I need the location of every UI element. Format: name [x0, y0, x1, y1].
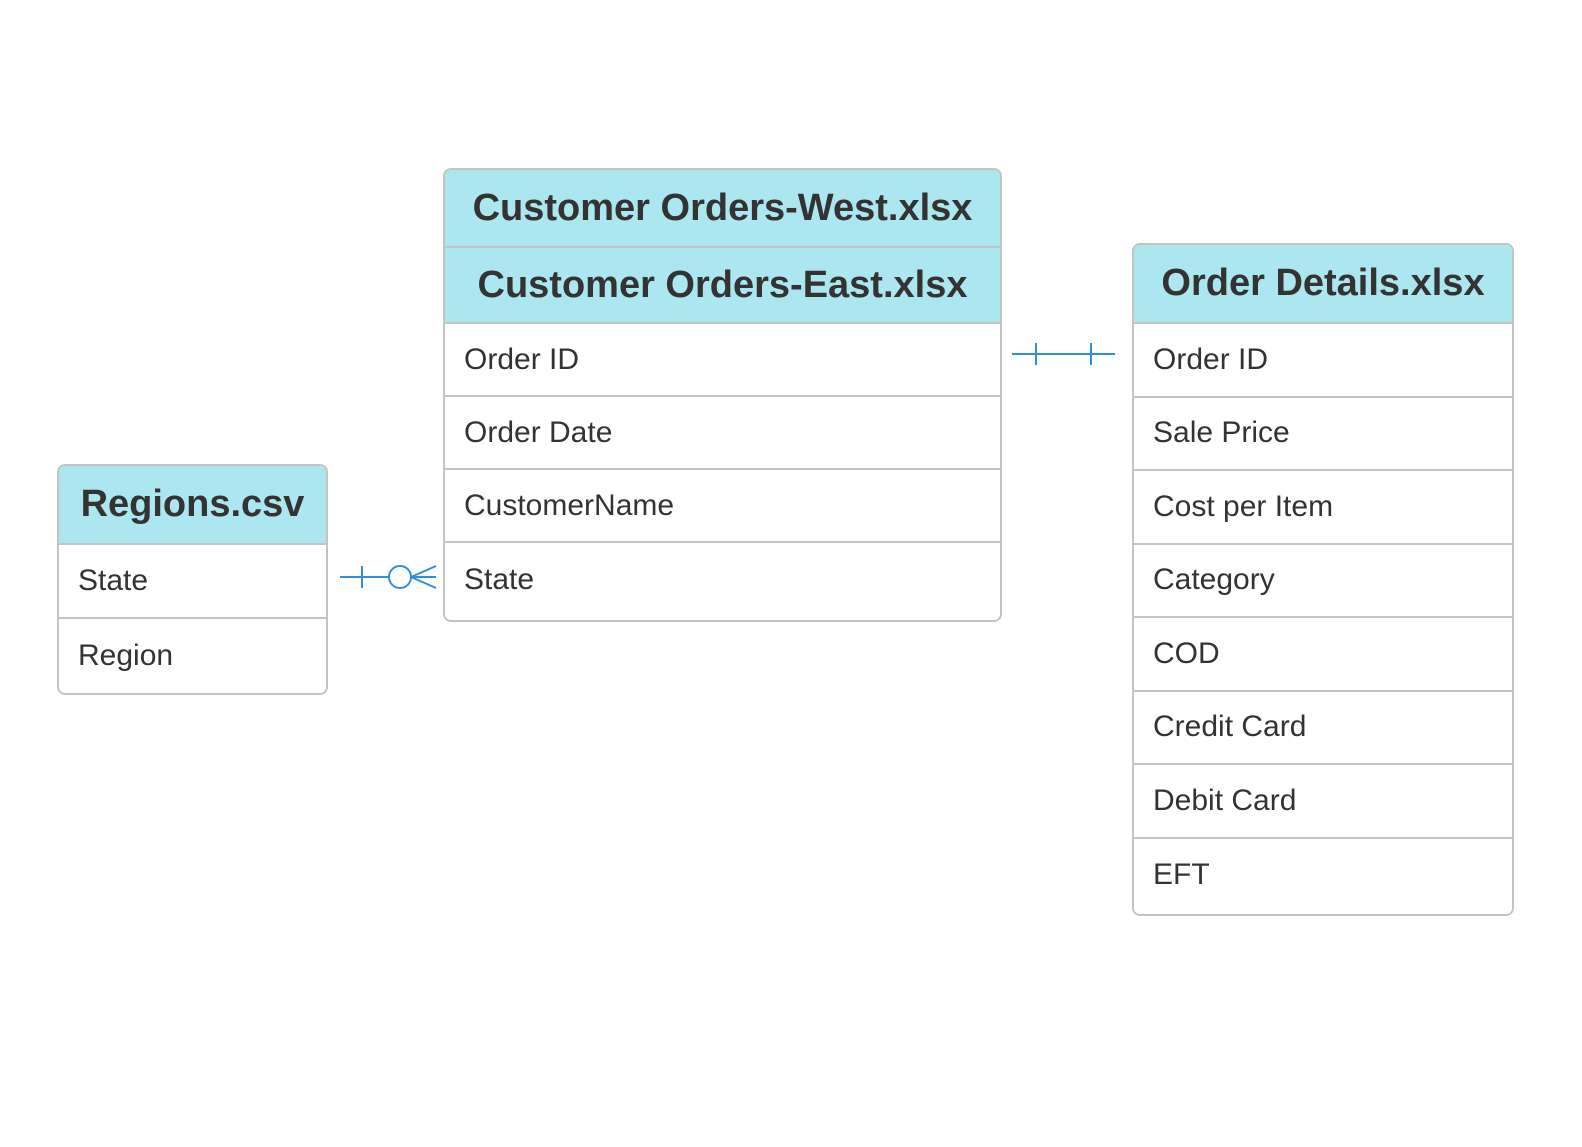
field-credit-card[interactable]: Credit Card: [1134, 692, 1512, 765]
entity-order-details[interactable]: Order Details.xlsx Order ID Sale Price C…: [1132, 243, 1514, 916]
field-eft[interactable]: EFT: [1134, 839, 1512, 913]
field-order-id[interactable]: Order ID: [1134, 324, 1512, 398]
connector-zero-circle: [388, 565, 412, 589]
field-state[interactable]: State: [445, 543, 1000, 616]
entity-regions-csv[interactable]: Regions.csv State Region: [57, 464, 328, 695]
entity-customer-orders[interactable]: Customer Orders-West.xlsx Customer Order…: [443, 168, 1002, 622]
entity-title: Order Details.xlsx: [1134, 245, 1512, 324]
entity-title-east: Customer Orders-East.xlsx: [445, 248, 1000, 324]
connector-crow-foot: [410, 565, 437, 578]
field-order-id[interactable]: Order ID: [445, 324, 1000, 397]
field-order-date[interactable]: Order Date: [445, 397, 1000, 470]
field-customer-name[interactable]: CustomerName: [445, 470, 1000, 543]
field-sale-price[interactable]: Sale Price: [1134, 398, 1512, 471]
connector-regions-to-orders[interactable]: [340, 565, 437, 589]
entity-title: Regions.csv: [59, 466, 326, 545]
connector-crow-foot: [410, 576, 437, 589]
field-state[interactable]: State: [59, 545, 326, 619]
entity-title-west: Customer Orders-West.xlsx: [445, 170, 1000, 248]
field-debit-card[interactable]: Debit Card: [1134, 765, 1512, 839]
field-category[interactable]: Category: [1134, 545, 1512, 618]
field-region[interactable]: Region: [59, 619, 326, 693]
field-cost-per-item[interactable]: Cost per Item: [1134, 471, 1512, 545]
field-cod[interactable]: COD: [1134, 618, 1512, 692]
connector-orders-to-details[interactable]: [1012, 343, 1115, 365]
